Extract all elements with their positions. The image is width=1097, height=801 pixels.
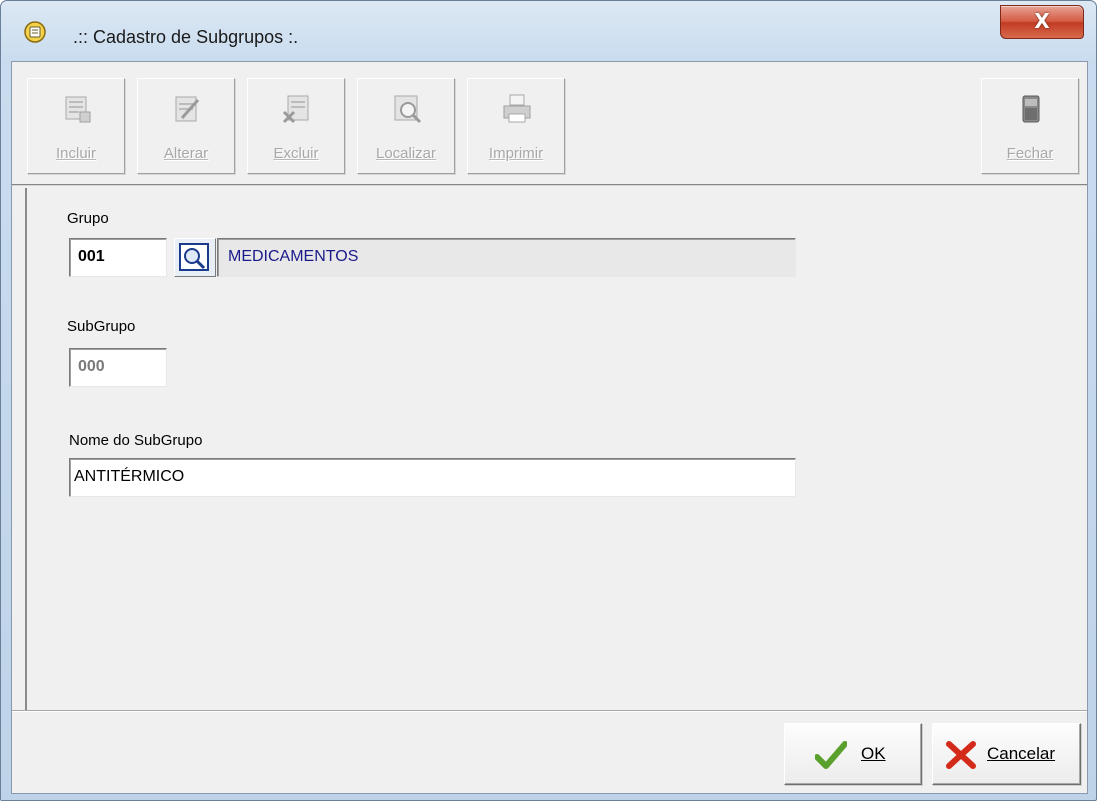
ok-button-label: OK xyxy=(861,744,886,763)
form-client-area: Incluir Alterar Excluir Localizar Imprim… xyxy=(11,61,1088,794)
print-button-label: Imprimir xyxy=(488,145,544,162)
include-button-label: Incluir xyxy=(55,145,96,162)
close-icon: X xyxy=(1034,9,1050,33)
find-button-label: Localizar xyxy=(375,145,437,162)
delete-document-icon xyxy=(282,95,309,124)
close-button[interactable]: Fechar xyxy=(981,78,1079,174)
grupo-label: Grupo xyxy=(67,210,109,227)
cancel-button[interactable]: Cancelar xyxy=(932,723,1081,785)
ok-button[interactable]: OK xyxy=(784,723,922,785)
edit-button[interactable]: Alterar xyxy=(137,78,235,174)
bottom-divider xyxy=(12,710,1087,712)
include-button[interactable]: Incluir xyxy=(27,78,125,174)
cancel-button-label: Cancelar xyxy=(987,744,1056,763)
grupo-name-display: MEDICAMENTOS xyxy=(217,238,796,277)
checkmark-icon xyxy=(815,741,847,769)
find-document-icon xyxy=(394,95,422,124)
print-button[interactable]: Imprimir xyxy=(467,78,565,174)
toolbar: Incluir Alterar Excluir Localizar Imprim… xyxy=(12,62,1087,186)
cancel-x-icon xyxy=(946,741,976,769)
find-button[interactable]: Localizar xyxy=(357,78,455,174)
app-icon xyxy=(24,21,46,43)
edit-document-icon xyxy=(175,96,200,122)
close-door-icon xyxy=(1022,95,1040,123)
edit-button-label: Alterar xyxy=(163,145,209,162)
window-close-button[interactable]: X xyxy=(1000,5,1084,39)
grupo-code-input[interactable]: 001 xyxy=(69,238,167,277)
delete-button[interactable]: Excluir xyxy=(247,78,345,174)
nome-subgrupo-label: Nome do SubGrupo xyxy=(69,432,203,449)
nome-subgrupo-input[interactable]: ANTITÉRMICO xyxy=(69,458,796,497)
delete-button-label: Excluir xyxy=(273,145,319,162)
panel-divider xyxy=(25,188,27,710)
subgrupo-label: SubGrupo xyxy=(67,318,136,335)
close-button-label: Fechar xyxy=(1006,145,1054,162)
dialog-window: .:: Cadastro de Subgrupos :. X Incluir A… xyxy=(0,0,1097,801)
grupo-lookup-button[interactable] xyxy=(174,238,216,277)
add-document-icon xyxy=(65,96,91,123)
printer-icon xyxy=(503,94,531,123)
magnifier-icon xyxy=(179,243,209,271)
window-title: .:: Cadastro de Subgrupos :. xyxy=(73,27,299,47)
subgrupo-code-input[interactable]: 000 xyxy=(69,348,167,387)
